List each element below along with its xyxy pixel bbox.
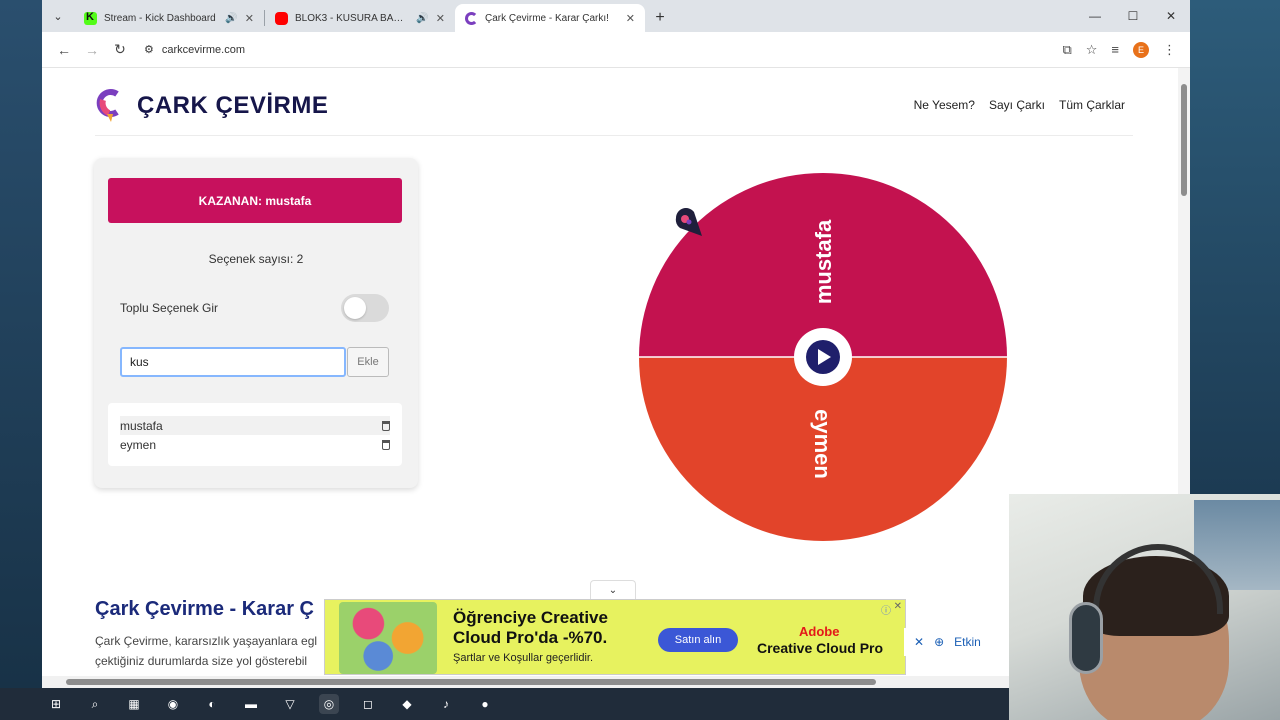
nav-link-tum-carklar[interactable]: Tüm Çarklar [1059, 98, 1125, 112]
ad-headline: Öğrenciye Creative Cloud Pro'da -%70. [453, 608, 608, 647]
wheel-pointer-icon [675, 208, 702, 236]
folder-icon[interactable]: ▬ [241, 694, 261, 714]
edge-icon[interactable]: ◐ [202, 694, 222, 714]
speaker-icon[interactable]: 🔊 [225, 13, 237, 24]
tab-kick[interactable]: Stream - Kick Dashboard 🔊 ✕ [74, 4, 264, 32]
nav-link-ne-yesem[interactable]: Ne Yesem? [914, 98, 975, 112]
forward-icon[interactable]: → [78, 42, 106, 58]
tab-title: Stream - Kick Dashboard [104, 12, 216, 24]
ad-brand-line2: Creative Cloud Pro [757, 640, 884, 656]
section-title: Çark Çevirme - Karar Ç [95, 598, 314, 620]
nav-link-sayi-carki[interactable]: Sayı Çarkı [989, 98, 1045, 112]
site-logo-icon[interactable] [95, 86, 125, 124]
toggle-knob [344, 297, 366, 319]
notice-label[interactable]: Etkin [954, 635, 981, 649]
bulk-input-toggle[interactable] [341, 294, 389, 322]
tab-carkcevirme[interactable]: Çark Çevirme - Karar Çarkı! ✕ [455, 4, 645, 32]
carkcevirme-icon [465, 11, 478, 25]
site-nav: Ne Yesem? Sayı Çarkı Tüm Çarklar [914, 98, 1125, 112]
maximize-icon[interactable]: ☐ [1114, 0, 1152, 32]
scrollbar-thumb[interactable] [66, 679, 876, 685]
tab-youtube[interactable]: BLOK3 - KUSURA BAKMA (... 🔊 ✕ [265, 4, 455, 32]
desktop-background [0, 0, 42, 688]
site-brand-title[interactable]: ÇARK ÇEVİRME [137, 92, 328, 120]
add-option-button[interactable]: Ekle [347, 347, 389, 377]
tab-strip: ⌄ Stream - Kick Dashboard 🔊 ✕ BLOK3 - KU… [42, 0, 1190, 32]
profile-avatar[interactable]: E [1133, 41, 1149, 58]
wheel-label-eymen: eymen [810, 409, 835, 479]
trash-icon[interactable] [382, 439, 390, 450]
options-panel: KAZANAN: mustafa Seçenek sayısı: 2 Toplu… [94, 158, 418, 488]
install-app-icon[interactable]: ⧉ [1062, 42, 1071, 58]
browser-toolbar: ← → ↻ ⚙ carkcevirme.com ⧉ ☆ ≡ E ⋮ [42, 32, 1190, 68]
list-item: mustafa [120, 416, 390, 435]
tab-title: BLOK3 - KUSURA BAKMA (... [295, 12, 409, 24]
ad-subtext: Şartlar ve Koşullar geçerlidir. [453, 652, 594, 664]
obs-icon[interactable]: ◉ [163, 694, 183, 714]
floating-notice: ✕ ⊕ Etkin [904, 628, 991, 656]
back-icon[interactable]: ← [50, 42, 78, 58]
close-icon[interactable]: ✕ [914, 635, 924, 649]
ad-close-icon[interactable]: ✕ [894, 601, 902, 612]
option-input[interactable] [120, 347, 346, 377]
kick-icon [84, 11, 97, 25]
ad-banner[interactable]: Öğrenciye Creative Cloud Pro'da -%70. Şa… [324, 599, 906, 675]
chevron-down-icon: ⌄ [608, 585, 618, 596]
collapse-ad-button[interactable]: ⌄ [590, 580, 636, 600]
wheel-label-mustafa: mustafa [811, 219, 836, 304]
ad-brand-line1: Adobe [799, 624, 840, 639]
scrollbar-thumb[interactable] [1181, 84, 1187, 196]
reload-icon[interactable]: ↻ [106, 41, 134, 58]
web-page: ÇARK ÇEVİRME Ne Yesem? Sayı Çarkı Tüm Ça… [42, 68, 1178, 688]
file-explorer-icon[interactable]: ▦ [124, 694, 144, 714]
ad-info-icon[interactable]: ⓘ [881, 602, 891, 617]
option-count: Seçenek sayısı: 2 [208, 252, 304, 266]
option-label: mustafa [120, 418, 163, 433]
game-icon[interactable]: ◆ [397, 694, 417, 714]
section-text: Çark Çevirme, kararsızlık yaşayanlara eg… [95, 634, 318, 668]
new-tab-button[interactable]: + [645, 4, 675, 32]
window-controls: — ☐ ✕ [1076, 0, 1190, 32]
site-settings-icon[interactable]: ⚙ [144, 43, 154, 56]
trash-icon[interactable] [382, 420, 390, 431]
vectorize-icon[interactable]: ▽ [280, 694, 300, 714]
tiktok-icon[interactable]: ♪ [436, 694, 456, 714]
youtube-icon [275, 11, 288, 25]
option-label: eymen [120, 437, 157, 452]
url-text: carkcevirme.com [161, 43, 245, 56]
headphone-earcup [1069, 602, 1103, 674]
spotify-icon[interactable]: ● [475, 694, 495, 714]
close-icon[interactable]: ✕ [245, 12, 254, 25]
toolbar-actions: ⧉ ☆ ≡ E ⋮ [1062, 41, 1182, 58]
horizontal-scrollbar[interactable] [42, 676, 1178, 688]
tab-search-button[interactable]: ⌄ [42, 0, 74, 32]
minimize-icon[interactable]: — [1076, 0, 1114, 32]
chevron-down-icon: ⌄ [53, 10, 63, 23]
list-item: eymen [120, 435, 390, 454]
ad-buy-button[interactable]: Satın alın [658, 628, 738, 652]
chrome-icon[interactable]: ◎ [319, 694, 339, 714]
menu-kebab-icon[interactable]: ⋮ [1163, 42, 1176, 58]
bookmark-star-icon[interactable]: ☆ [1086, 42, 1098, 58]
ad-artwork [339, 602, 437, 674]
close-icon[interactable]: ✕ [436, 12, 445, 25]
speaker-icon[interactable]: 🔊 [416, 13, 428, 24]
site-header: ÇARK ÇEVİRME Ne Yesem? Sayı Çarkı Tüm Ça… [95, 68, 1133, 136]
tab-title: Çark Çevirme - Karar Çarkı! [485, 12, 609, 24]
close-window-icon[interactable]: ✕ [1152, 0, 1190, 32]
address-bar[interactable]: ⚙ carkcevirme.com [134, 35, 1063, 64]
search-icon[interactable]: ⌕ [85, 694, 105, 714]
bulk-input-label: Toplu Seçenek Gir [120, 301, 219, 315]
option-list: mustafa eymen [108, 403, 402, 466]
winner-banner[interactable]: KAZANAN: mustafa [108, 178, 402, 223]
webcam-overlay [1009, 494, 1280, 720]
media-control-icon[interactable]: ≡ [1111, 42, 1119, 57]
add-circle-icon: ⊕ [934, 635, 945, 649]
desktop-background-right [1190, 0, 1280, 500]
instagram-icon[interactable]: ◻ [358, 694, 378, 714]
windows-start-icon[interactable]: ⊞ [46, 694, 66, 714]
close-icon[interactable]: ✕ [626, 12, 635, 25]
